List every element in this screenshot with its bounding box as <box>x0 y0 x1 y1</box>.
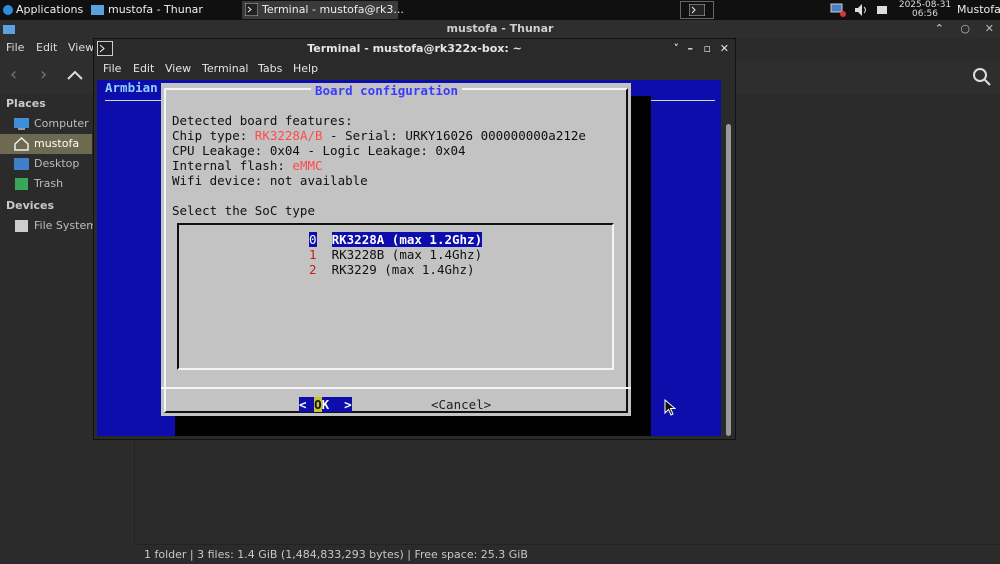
thunar-close-icon[interactable]: ✕ <box>985 20 994 38</box>
terminal-maximize-icon[interactable]: ▫ <box>704 39 711 59</box>
network-icon[interactable] <box>830 3 846 17</box>
terminal-scrollbar[interactable] <box>724 80 732 436</box>
applications-label: Applications <box>16 3 84 16</box>
desktop-icon <box>14 158 29 170</box>
option-label: RK3229 (max 1.4Ghz) <box>331 262 475 277</box>
terminal-menu-help[interactable]: Help <box>293 62 318 75</box>
clock-time: 06:56 <box>912 9 938 19</box>
scrollbar-thumb[interactable] <box>726 124 731 436</box>
dialog-line-wifi: Wifi device: not available <box>172 173 368 188</box>
terminal-menu-edit[interactable]: Edit <box>133 62 154 75</box>
thunar-maximize-icon[interactable]: ○ <box>960 20 970 38</box>
dialog-line-flash: Internal flash: eMMC <box>172 158 323 173</box>
search-icon[interactable] <box>972 67 992 87</box>
chip-prefix: Chip type: <box>172 128 255 143</box>
thunar-title: mustofa - Thunar <box>446 22 554 35</box>
terminal-screen[interactable]: Armbian Board configuration Detected boa… <box>97 80 721 436</box>
option-number: 1 <box>309 247 317 262</box>
dialog-line-cpu: CPU Leakage: 0x04 - Logic Leakage: 0x04 <box>172 143 466 158</box>
thunar-titlebar: mustofa - Thunar ⌃ ○ ✕ <box>0 20 1000 38</box>
option-label: RK3228B (max 1.4Ghz) <box>331 247 483 262</box>
ok-bracket-left: < <box>299 397 315 412</box>
ok-hotkey: O <box>314 397 322 412</box>
soc-listbox[interactable]: 0 RK3228A (max 1.2Ghz) 1 RK3228B (max 1.… <box>177 223 614 370</box>
soc-option-1[interactable]: 1 RK3228B (max 1.4Ghz) <box>309 247 482 262</box>
up-icon[interactable] <box>66 69 84 81</box>
terminal-app-icon <box>97 41 113 56</box>
task-terminal-label: Terminal - mustofa@rk3... <box>262 3 404 16</box>
thunar-menubar: File Edit View <box>0 38 96 60</box>
forward-icon[interactable]: › <box>40 64 47 85</box>
dialog-line-features: Detected board features: <box>172 113 353 128</box>
option-number: 2 <box>309 262 317 277</box>
sidebar-item-label: Computer <box>34 117 89 130</box>
terminal-minimize-icon[interactable]: – <box>688 39 694 59</box>
user-menu[interactable]: Mustofa <box>957 0 1000 20</box>
soc-option-0[interactable]: 0 RK3228A (max 1.2Ghz) <box>309 232 483 247</box>
flash-value: eMMC <box>292 158 323 173</box>
dialog-title: Board configuration <box>311 83 462 98</box>
option-label: RK3228A (max 1.2Ghz) <box>331 232 483 247</box>
terminal-menu-file[interactable]: File <box>103 62 121 75</box>
thunar-app-icon <box>3 25 15 34</box>
mouse-cursor-icon <box>664 399 676 416</box>
chip-suffix: - Serial: URKY16026 000000000a212e <box>322 128 586 143</box>
flash-prefix: Internal flash: <box>172 158 293 173</box>
dialog-line-chip: Chip type: RK3228A/B - Serial: URKY16026… <box>172 128 586 143</box>
sidebar-item-label: mustofa <box>34 137 80 150</box>
ok-bracket-right: K > <box>321 397 352 412</box>
back-icon[interactable]: ‹ <box>10 64 17 85</box>
dialog-backtitle: Armbian <box>105 80 158 95</box>
terminal-title: Terminal - mustofa@rk322x-box: ~ <box>307 42 522 55</box>
places-header: Places <box>6 97 46 110</box>
workspace-switcher[interactable] <box>680 1 714 19</box>
terminal-menu-chevron-icon[interactable]: ˅ <box>674 39 680 59</box>
dialog-button-bar: < OK > <Cancel> <box>161 387 631 416</box>
task-thunar[interactable]: mustofa - Thunar <box>88 1 238 19</box>
soc-option-2[interactable]: 2 RK3229 (max 1.4Ghz) <box>309 262 475 277</box>
chip-value: RK3228A/B <box>254 128 323 143</box>
thunar-statusbar: 1 folder | 3 files: 1.4 GiB (1,484,833,2… <box>134 544 1000 563</box>
terminal-menubar: File Edit View Terminal Tabs Help <box>94 59 735 79</box>
thunar-menu-edit[interactable]: Edit <box>36 41 57 54</box>
drive-icon <box>15 220 28 232</box>
terminal-icon <box>245 3 258 16</box>
option-number: 0 <box>309 232 317 247</box>
terminal-close-icon[interactable]: ✕ <box>720 39 729 59</box>
terminal-menu-view[interactable]: View <box>165 62 191 75</box>
computer-icon <box>14 118 29 130</box>
terminal-menu-tabs[interactable]: Tabs <box>258 62 282 75</box>
trash-icon <box>15 178 28 190</box>
thunar-menu-view[interactable]: View <box>68 41 94 54</box>
cancel-button[interactable]: <Cancel> <box>431 397 491 412</box>
top-panel: Applications mustofa - Thunar Terminal -… <box>0 0 1000 20</box>
clock[interactable]: 2025-08-31 06:56 <box>896 0 954 20</box>
volume-icon[interactable] <box>854 3 870 17</box>
devices-header: Devices <box>6 199 55 212</box>
terminal-titlebar: Terminal - mustofa@rk322x-box: ~ ˅ – ▫ ✕ <box>94 39 735 59</box>
sidebar-item-mustofa[interactable]: mustofa <box>0 134 92 154</box>
terminal-menu-terminal[interactable]: Terminal <box>202 62 249 75</box>
task-thunar-label: mustofa - Thunar <box>108 3 203 16</box>
xfce-icon <box>3 5 13 15</box>
home-icon <box>14 137 29 151</box>
sidebar-item-label: Trash <box>34 177 64 190</box>
thunar-menu-file[interactable]: File <box>6 41 24 54</box>
sidebar-item-label: Desktop <box>34 157 80 170</box>
battery-icon[interactable] <box>876 4 888 16</box>
terminal-icon <box>689 4 705 16</box>
folder-icon <box>91 5 104 15</box>
ok-button[interactable]: < OK > <box>299 397 352 412</box>
dialog-prompt: Select the SoC type <box>172 203 315 218</box>
task-terminal[interactable]: Terminal - mustofa@rk3... <box>242 1 404 19</box>
terminal-window: Terminal - mustofa@rk322x-box: ~ ˅ – ▫ ✕… <box>93 38 736 440</box>
board-config-dialog: Board configuration Detected board featu… <box>161 83 631 416</box>
thunar-chevron-up-icon[interactable]: ⌃ <box>935 20 944 38</box>
sidebar-item-label: File System <box>34 219 97 232</box>
